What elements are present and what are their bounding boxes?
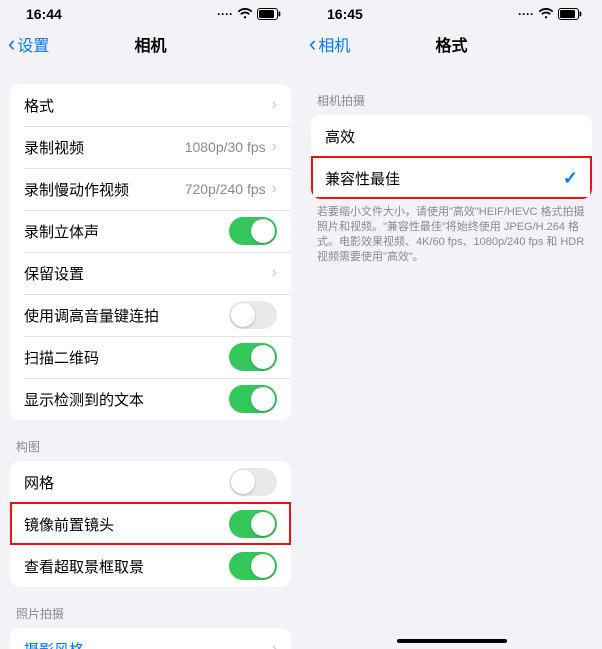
row-stereo[interactable]: 录制立体声 [10,210,291,252]
row-formats[interactable]: 格式 › [10,84,291,126]
cellular-icon: ···· [217,8,233,20]
chevron-right-icon: › [272,264,277,282]
section-header-composition: 构图 [0,420,301,461]
row-label: 录制视频 [24,137,84,158]
row-label: 查看超取景框取景 [24,556,144,577]
group-composition: 网格镜像前置镜头查看超取景框取景 [10,461,291,587]
chevron-left-icon: ‹ [309,33,316,55]
row-burst_volume[interactable]: 使用调高音量键连拍 [10,294,291,336]
group-camera-main: 格式 › 录制视频 1080p/30 fps › 录制慢动作视频 720p/240 fps ›… [10,84,291,420]
back-button[interactable]: ‹ 相机 [309,32,350,56]
toggle-detected_text[interactable] [229,385,277,413]
status-time: 16:44 [26,6,62,22]
chevron-right-icon: › [272,640,277,649]
chevron-left-icon: ‹ [8,33,15,55]
row-label: 格式 [24,95,54,116]
toggle-stereo[interactable] [229,217,277,245]
wifi-icon [538,8,554,20]
battery-icon [558,8,582,20]
toggle-mirror_front[interactable] [229,510,277,538]
footer-formats: 若要缩小文件大小，请使用"高效"HEIF/HEVC 格式拍摄照片和视频。"兼容性… [301,199,602,264]
toggle-grid[interactable] [229,468,277,496]
battery-icon [257,8,281,20]
check-icon: ✓ [563,168,578,189]
back-label: 相机 [318,32,350,56]
toggle-burst_volume[interactable] [229,301,277,329]
toggle-view_outside[interactable] [229,552,277,580]
cellular-icon: ···· [518,8,534,20]
row-label: 扫描二维码 [24,347,99,368]
row-label: 保留设置 [24,263,84,284]
row-label: 镜像前置镜头 [24,514,114,535]
row-most_compat[interactable]: 兼容性最佳 ✓ [311,157,592,199]
status-bar: 16:44 ···· [0,0,301,22]
row-preserve[interactable]: 保留设置 › [10,252,291,294]
status-bar: 16:45 ···· [301,0,602,22]
section-header-camera-capture: 相机拍摄 [301,66,602,115]
row-detail: 720p/240 fps [185,181,266,197]
row-label: 使用调高音量键连拍 [24,305,159,326]
row-label: 录制立体声 [24,221,99,242]
group-formats: 高效兼容性最佳 ✓ [311,115,592,199]
row-detail: 1080p/30 fps [185,139,266,155]
wifi-icon [237,8,253,20]
row-label: 显示检测到的文本 [24,389,144,410]
section-header-capture: 照片拍摄 [0,587,301,628]
row-label: 网格 [24,472,54,493]
phone-formats: 16:45 ···· ‹ 相机 格式 相机拍摄 高效兼容性最佳 ✓ 若要缩小文件大… [301,0,602,649]
status-time: 16:45 [327,6,363,22]
row-photo_styles[interactable]: 摄影风格 › [10,628,291,649]
row-grid[interactable]: 网格 [10,461,291,503]
chevron-right-icon: › [272,180,277,198]
row-record_video[interactable]: 录制视频 1080p/30 fps › [10,126,291,168]
row-detected_text[interactable]: 显示检测到的文本 [10,378,291,420]
chevron-right-icon: › [272,96,277,114]
group-capture: 摄影风格 › [10,628,291,649]
row-mirror_front[interactable]: 镜像前置镜头 [10,503,291,545]
nav-bar: ‹ 设置 相机 [0,22,301,66]
row-scan_qr[interactable]: 扫描二维码 [10,336,291,378]
back-button[interactable]: ‹ 设置 [8,32,49,56]
chevron-right-icon: › [272,138,277,156]
back-label: 设置 [17,32,49,56]
row-label: 兼容性最佳 [325,168,400,189]
row-label: 录制慢动作视频 [24,179,129,200]
row-label: 高效 [325,126,355,147]
phone-camera-settings: 16:44 ···· ‹ 设置 相机 格式›录制视频1080p/30 fps›录… [0,0,301,649]
row-view_outside[interactable]: 查看超取景框取景 [10,545,291,587]
toggle-scan_qr[interactable] [229,343,277,371]
row-record_slomo[interactable]: 录制慢动作视频 720p/240 fps › [10,168,291,210]
row-label: 摄影风格 [24,639,84,649]
nav-bar: ‹ 相机 格式 [301,22,602,66]
row-high_eff[interactable]: 高效 [311,115,592,157]
home-indicator[interactable] [397,639,507,643]
